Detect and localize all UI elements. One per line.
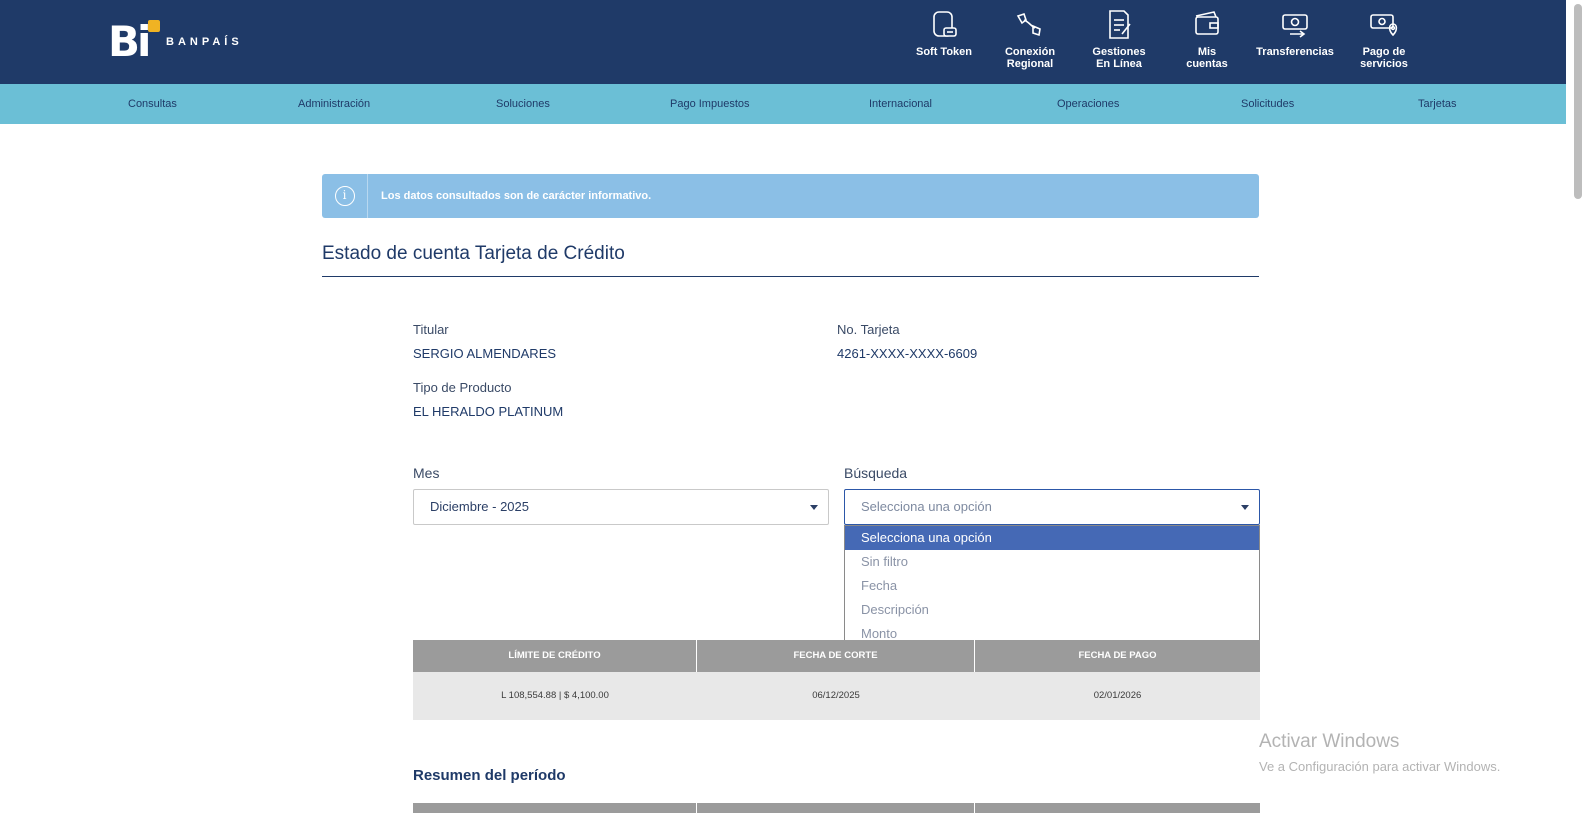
quick-action-label: Pago de servicios <box>1360 46 1408 70</box>
holder-value: SERGIO ALMENDARES <box>413 346 557 361</box>
nav-item-administracion[interactable]: Administración <box>298 84 370 124</box>
search-filter-label: Búsqueda <box>844 465 908 481</box>
search-filter-select[interactable]: Selecciona una opción <box>844 489 1260 525</box>
page: Bi BANPAÍS Soft Token Conexión Regional <box>0 0 1596 813</box>
page-title: Estado de cuenta Tarjeta de Crédito <box>322 243 625 264</box>
period-table-header <box>413 803 1260 813</box>
quick-action-soft-token[interactable]: Soft Token <box>900 8 988 78</box>
dropdown-option-descripcion[interactable]: Descripción <box>845 598 1259 622</box>
month-select[interactable]: Diciembre - 2025 <box>413 489 829 525</box>
logo-mark-text: Bi <box>108 17 151 66</box>
regional-connection-icon <box>1016 12 1041 37</box>
card-number-label: No. Tarjeta <box>837 322 900 337</box>
summary-table-header: LÍMITE DE CRÉDITO FECHA DE CORTE FECHA D… <box>413 640 1260 672</box>
soft-token-icon <box>933 11 957 37</box>
main-nav: Consultas Administración Soluciones Pago… <box>0 84 1566 124</box>
period-column-header <box>413 803 697 813</box>
dropdown-option-fecha[interactable]: Fecha <box>845 574 1259 598</box>
transfer-icon <box>1282 14 1308 38</box>
dropdown-option-sin-filtro[interactable]: Sin filtro <box>845 550 1259 574</box>
card-number-value: 4261-XXXX-XXXX-6609 <box>837 346 978 361</box>
info-banner-text: Los datos consultados son de carácter in… <box>381 190 652 202</box>
quick-action-online-requests[interactable]: Gestiones En Línea <box>1075 8 1163 78</box>
month-label: Mes <box>413 465 440 481</box>
chevron-down-icon <box>810 505 818 510</box>
cell-credit-limit: L 108,554.88 | $ 4,100.00 <box>501 690 609 701</box>
product-type-value: EL HERALDO PLATINUM <box>413 404 564 419</box>
column-header-credit-limit: LÍMITE DE CRÉDITO <box>413 640 697 672</box>
watermark-subtitle: Ve a Configuración para activar Windows. <box>1259 759 1501 774</box>
search-filter-dropdown: Selecciona una opción Sin filtro Fecha D… <box>844 525 1260 645</box>
nav-item-operaciones[interactable]: Operaciones <box>1057 84 1119 124</box>
page-scrollbar[interactable] <box>1566 0 1596 813</box>
nav-item-solicitudes[interactable]: Solicitudes <box>1241 84 1294 124</box>
period-summary-title: Resumen del período <box>413 767 566 784</box>
windows-activation-watermark: Activar Windows Ve a Configuración para … <box>1259 731 1500 774</box>
quick-action-label: Mis cuentas <box>1186 46 1228 70</box>
nav-item-consultas[interactable]: Consultas <box>128 84 177 124</box>
wallet-icon <box>1195 11 1219 35</box>
watermark-title: Activar Windows <box>1259 731 1400 752</box>
column-header-cut-date: FECHA DE CORTE <box>697 640 975 672</box>
online-requests-icon <box>1109 10 1131 39</box>
cell-payment-date: 02/01/2026 <box>1093 690 1142 701</box>
logo-accent-square <box>148 20 160 32</box>
quick-action-label: Transferencias <box>1256 46 1334 58</box>
period-column-header <box>975 803 1260 813</box>
banpais-logo[interactable]: Bi BANPAÍS <box>108 18 243 66</box>
quick-action-transfers[interactable]: Transferencias <box>1251 8 1339 78</box>
dropdown-option-selecciona[interactable]: Selecciona una opción <box>845 526 1259 550</box>
info-icon: i <box>334 186 355 206</box>
product-type-label: Tipo de Producto <box>413 380 512 395</box>
logo-mark: Bi <box>108 18 160 66</box>
table-row: L 108,554.88 | $ 4,100.00 06/12/2025 02/… <box>413 672 1260 720</box>
info-banner: i Los datos consultados son de carácter … <box>322 174 1259 218</box>
quick-action-bill-payment[interactable]: Pago de servicios <box>1340 8 1428 78</box>
scrollbar-thumb[interactable] <box>1574 4 1582 199</box>
column-header-payment-date: FECHA DE PAGO <box>1078 650 1157 661</box>
quick-action-label: Soft Token <box>915 46 972 58</box>
holder-label: Titular <box>413 322 449 337</box>
quick-action-regional-connection[interactable]: Conexión Regional <box>986 8 1074 78</box>
month-select-value: Diciembre - 2025 <box>430 499 529 514</box>
top-header: Bi BANPAÍS Soft Token Conexión Regional <box>0 0 1566 84</box>
info-banner-icon-area: i <box>322 174 368 218</box>
period-column-header <box>697 803 975 813</box>
search-filter-value: Selecciona una opción <box>861 499 992 514</box>
title-divider <box>322 276 1259 277</box>
bill-payment-icon <box>1370 14 1398 37</box>
nav-item-pago-impuestos[interactable]: Pago Impuestos <box>670 84 750 124</box>
chevron-down-icon <box>1241 505 1249 510</box>
nav-item-soluciones[interactable]: Soluciones <box>496 84 550 124</box>
quick-action-my-accounts[interactable]: Mis cuentas <box>1163 8 1251 78</box>
nav-item-tarjetas[interactable]: Tarjetas <box>1418 84 1457 124</box>
quick-action-label: Gestiones En Línea <box>1092 46 1146 70</box>
cell-cut-date: 06/12/2025 <box>812 690 860 701</box>
logo-wordmark: BANPAÍS <box>166 36 243 48</box>
nav-item-internacional[interactable]: Internacional <box>869 84 932 124</box>
quick-action-label: Conexión Regional <box>1004 46 1056 70</box>
